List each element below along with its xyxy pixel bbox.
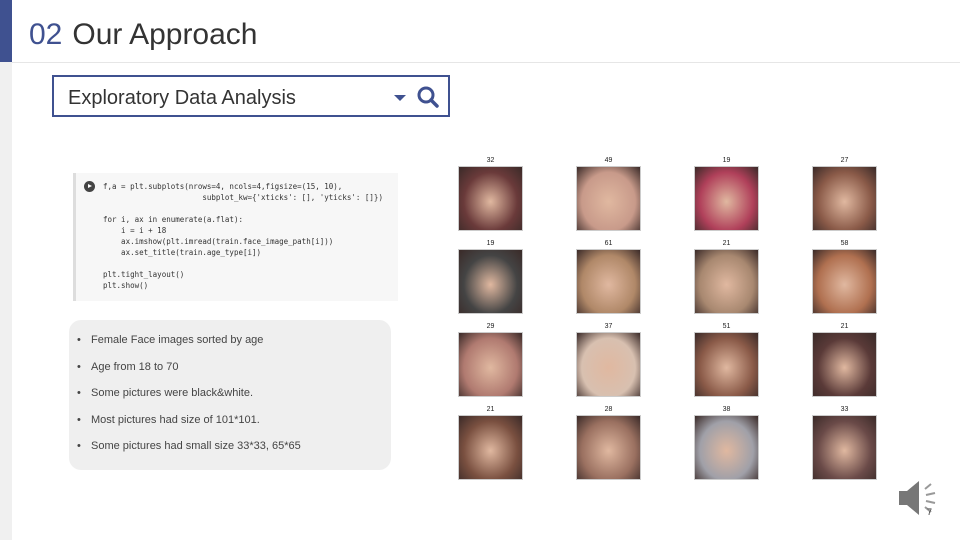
code-line: subplot_kw={'xticks': [], 'yticks': []}) bbox=[103, 193, 383, 202]
section-number: 02 bbox=[29, 18, 63, 51]
age-label: 19 bbox=[486, 240, 495, 247]
face-image bbox=[576, 332, 641, 397]
face-image bbox=[458, 166, 523, 231]
age-label: 49 bbox=[604, 157, 613, 164]
code-line: plt.tight_layout() bbox=[103, 270, 185, 279]
notes-panel: Female Face images sorted by ageAge from… bbox=[69, 320, 391, 470]
code-text: f,a = plt.subplots(nrows=4, ncols=4,figs… bbox=[103, 181, 383, 291]
face-image bbox=[694, 332, 759, 397]
code-line: plt.show() bbox=[103, 281, 149, 290]
face-image bbox=[458, 415, 523, 480]
face-image bbox=[812, 166, 877, 231]
search-value: Exploratory Data Analysis bbox=[68, 87, 296, 109]
note-item: Most pictures had size of 101*101. bbox=[77, 414, 391, 441]
face-cell: 58 bbox=[812, 240, 877, 314]
face-image bbox=[576, 249, 641, 314]
page-title: 02 Our Approach bbox=[29, 18, 258, 52]
age-label: 21 bbox=[840, 323, 849, 330]
age-label: 33 bbox=[840, 406, 849, 413]
face-image bbox=[812, 332, 877, 397]
section-title: Our Approach bbox=[72, 18, 258, 51]
face-image bbox=[694, 249, 759, 314]
header-divider bbox=[12, 62, 960, 63]
face-cell: 38 bbox=[694, 406, 759, 480]
face-cell: 51 bbox=[694, 323, 759, 397]
age-label: 32 bbox=[486, 157, 495, 164]
age-label: 61 bbox=[604, 240, 613, 247]
face-image bbox=[458, 249, 523, 314]
age-label: 37 bbox=[604, 323, 613, 330]
age-label: 21 bbox=[722, 240, 731, 247]
code-line: ax.imshow(plt.imread(train.face_image_pa… bbox=[103, 237, 334, 246]
age-label: 28 bbox=[604, 406, 613, 413]
code-line: f,a = plt.subplots(nrows=4, ncols=4,figs… bbox=[103, 182, 343, 191]
speaker-icon[interactable]: 7 bbox=[895, 475, 941, 521]
face-image bbox=[694, 415, 759, 480]
run-cell-icon[interactable] bbox=[84, 181, 95, 192]
note-item: Age from 18 to 70 bbox=[77, 361, 391, 388]
age-label: 19 bbox=[722, 157, 731, 164]
age-label: 27 bbox=[840, 157, 849, 164]
face-cell: 27 bbox=[812, 157, 877, 231]
note-item: Female Face images sorted by age bbox=[77, 334, 391, 361]
age-label: 51 bbox=[722, 323, 731, 330]
face-image bbox=[812, 249, 877, 314]
face-image bbox=[576, 166, 641, 231]
face-image bbox=[694, 166, 759, 231]
face-cell: 19 bbox=[458, 240, 523, 314]
face-cell: 37 bbox=[576, 323, 641, 397]
note-item: Some pictures had small size 33*33, 65*6… bbox=[77, 440, 391, 467]
face-image bbox=[576, 415, 641, 480]
face-cell: 21 bbox=[812, 323, 877, 397]
face-image bbox=[458, 332, 523, 397]
face-cell: 29 bbox=[458, 323, 523, 397]
face-cell: 21 bbox=[458, 406, 523, 480]
face-image bbox=[812, 415, 877, 480]
face-cell: 32 bbox=[458, 157, 523, 231]
age-label: 58 bbox=[840, 240, 849, 247]
code-line: for i, ax in enumerate(a.flat): bbox=[103, 215, 243, 224]
face-cell: 21 bbox=[694, 240, 759, 314]
code-cell: f,a = plt.subplots(nrows=4, ncols=4,figs… bbox=[73, 173, 398, 301]
code-line: i = i + 18 bbox=[103, 226, 167, 235]
dropdown-caret-icon[interactable] bbox=[394, 95, 406, 101]
code-line: ax.set_title(train.age_type[i]) bbox=[103, 248, 262, 257]
age-label: 38 bbox=[722, 406, 731, 413]
note-item: Some pictures were black&white. bbox=[77, 387, 391, 414]
search-box[interactable]: Exploratory Data Analysis bbox=[52, 75, 450, 117]
face-cell: 28 bbox=[576, 406, 641, 480]
face-cell: 49 bbox=[576, 157, 641, 231]
accent-bar bbox=[0, 0, 12, 62]
page-number: 7 bbox=[927, 507, 932, 517]
age-label: 21 bbox=[486, 406, 495, 413]
face-cell: 61 bbox=[576, 240, 641, 314]
face-cell: 19 bbox=[694, 157, 759, 231]
left-strip bbox=[0, 0, 12, 540]
face-cell: 33 bbox=[812, 406, 877, 480]
age-label: 29 bbox=[486, 323, 495, 330]
search-icon[interactable] bbox=[416, 85, 440, 109]
